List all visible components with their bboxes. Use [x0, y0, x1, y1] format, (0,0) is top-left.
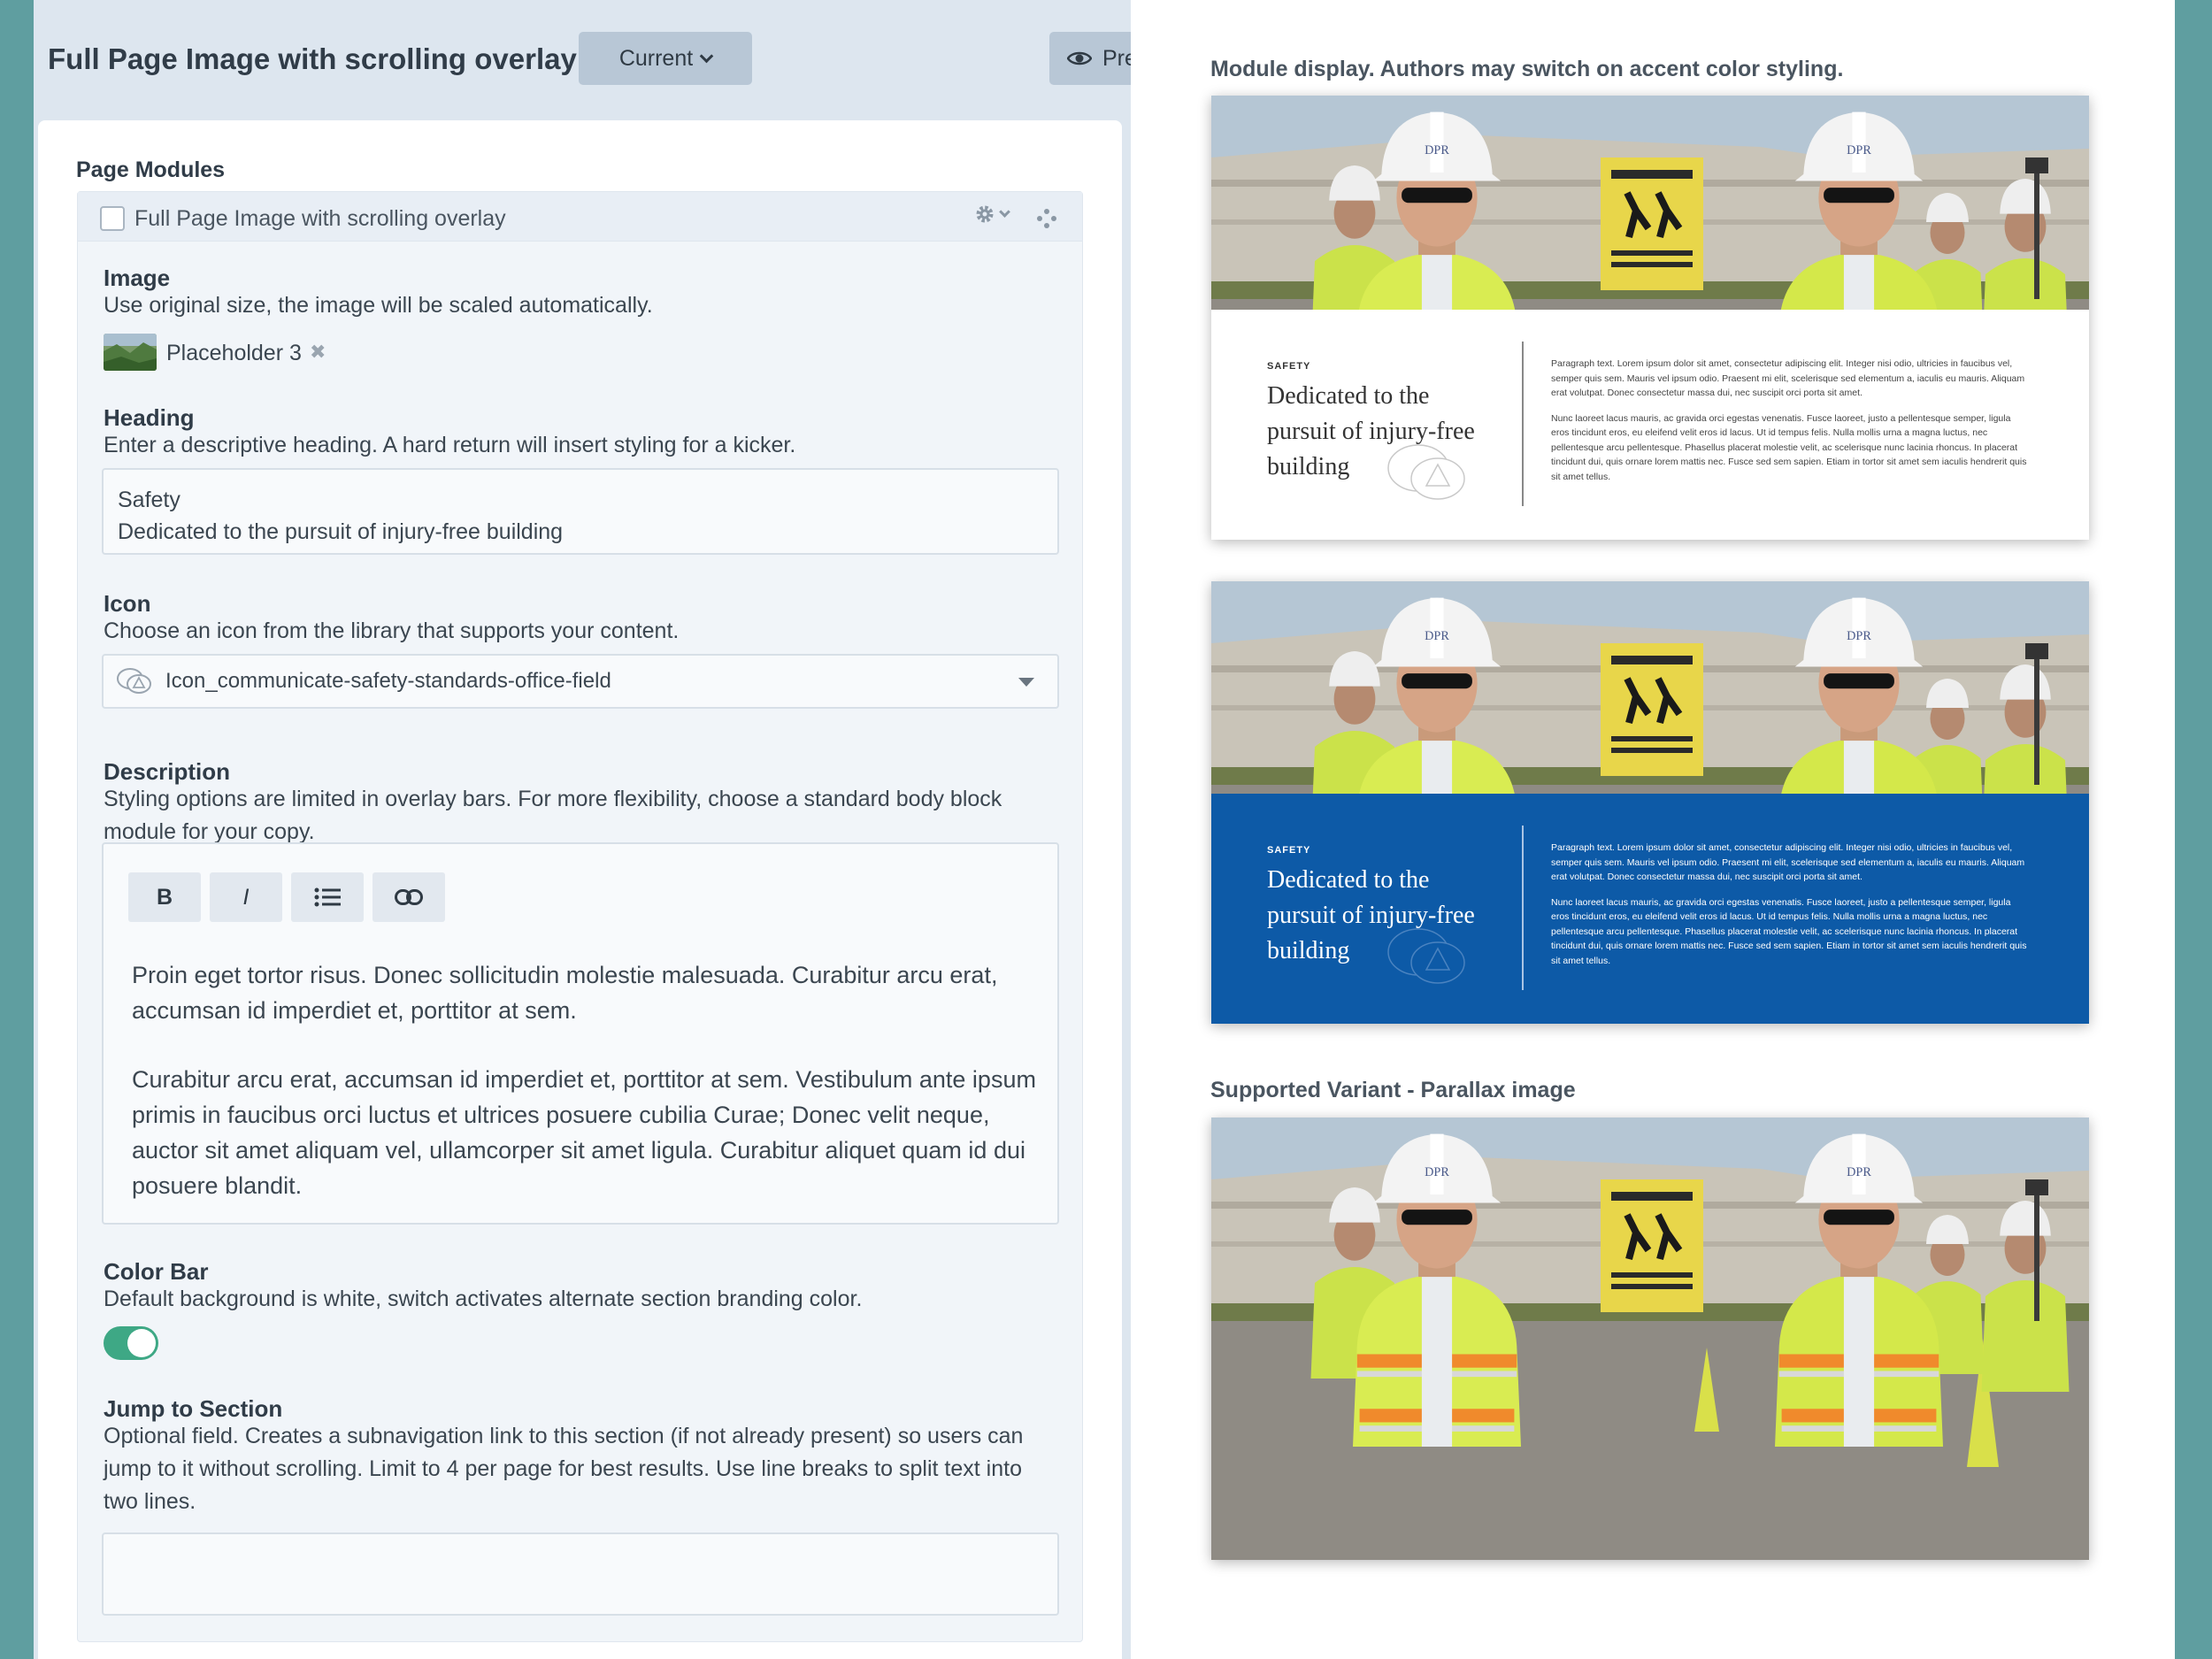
module-preview-panel: Module display. Authors may switch on ac…: [1131, 0, 2175, 1659]
preview-caption-parallax: Supported Variant - Parallax image: [1210, 1078, 1576, 1102]
heading-field-label: Heading: [104, 404, 195, 431]
svg-text:DPR: DPR: [1425, 629, 1449, 643]
hero-photo-full: DPR DPR: [1211, 1118, 2089, 1560]
module-select-checkbox[interactable]: [100, 206, 125, 231]
heading-textarea[interactable]: Safety Dedicated to the pursuit of injur…: [102, 468, 1059, 555]
version-label: Current: [618, 45, 694, 71]
heading-kicker-line: Safety: [118, 488, 180, 512]
svg-text:DPR: DPR: [1847, 143, 1871, 157]
overlay-paragraph-text: Nunc laoreet lacus mauris, ac gravida or…: [1551, 412, 2027, 482]
overlay-paragraph: Paragraph text. Lorem ipsum dolor sit am…: [1551, 841, 2029, 968]
description-field-help: Styling options are limited in overlay b…: [104, 787, 1002, 844]
overlay-bar-white: SAFETY Dedicated to the pursuit of injur…: [1211, 310, 2089, 540]
preview-button[interactable]: Pre: [1049, 32, 1131, 85]
link-icon: [395, 889, 423, 905]
bold-button[interactable]: B: [128, 872, 201, 922]
overlay-bar-accent: SAFETY Dedicated to the pursuit of injur…: [1211, 794, 2089, 1024]
icon-select-value: Icon_communicate-safety-standards-office…: [165, 669, 611, 693]
module-editor-panel: Full Page Image with scrolling overlay C…: [34, 0, 1131, 1659]
page-modules-heading: Page Modules: [76, 157, 226, 182]
gear-icon: [976, 205, 994, 223]
module-settings-menu[interactable]: [974, 204, 1010, 225]
remove-image-icon[interactable]: ✖: [310, 341, 326, 364]
jump-section-input[interactable]: [102, 1532, 1059, 1616]
description-text[interactable]: Proin eget tortor risus. Donec sollicitu…: [132, 957, 1043, 1203]
color-bar-toggle[interactable]: [104, 1326, 158, 1360]
safety-chat-icon: [1387, 928, 1465, 984]
chevron-down-icon: [999, 205, 1010, 218]
page-modules-card: Page Modules Full Page Image with scroll…: [38, 120, 1122, 1659]
svg-text:DPR: DPR: [1847, 629, 1871, 643]
overlay-divider: [1522, 342, 1524, 506]
heading-title-line: Dedicated to the pursuit of injury-free …: [118, 519, 564, 544]
overlay-kicker: SAFETY: [1267, 845, 1311, 856]
svg-text:DPR: DPR: [1425, 143, 1449, 157]
heading-field-help: Enter a descriptive heading. A hard retu…: [104, 433, 796, 457]
preview-caption-display: Module display. Authors may switch on ac…: [1210, 57, 1844, 81]
description-editor: B I Proin eget tortor risus. Donec solli…: [102, 842, 1059, 1225]
icon-field-help: Choose an icon from the library that sup…: [104, 618, 680, 643]
hero-photo: DPR DPR: [1211, 96, 2089, 310]
preview-white-variant: DPR DPR SAFETY Dedicated to the pursuit …: [1211, 96, 2089, 540]
italic-button[interactable]: I: [210, 872, 282, 922]
description-field-label: Description: [104, 758, 231, 785]
preview-label: Pre: [1102, 45, 1131, 71]
toggle-knob: [127, 1329, 156, 1357]
overlay-divider: [1522, 826, 1524, 990]
icon-field-label: Icon: [104, 590, 151, 617]
image-field-label: Image: [104, 265, 171, 291]
safety-chat-icon: [1387, 444, 1465, 500]
overlay-paragraph: Paragraph text. Lorem ipsum dolor sit am…: [1551, 357, 2029, 484]
preview-accent-variant: DPR DPR SAFETY Dedicated to the pursuit …: [1211, 581, 2089, 1024]
overlay-paragraph-text: Nunc laoreet lacus mauris, ac gravida or…: [1551, 896, 2027, 966]
rich-text-toolbar: B I: [128, 872, 445, 922]
dropdown-caret-icon: [1018, 678, 1034, 687]
jump-section-field-label: Jump to Section: [104, 1395, 283, 1422]
overlay-kicker: SAFETY: [1267, 361, 1311, 372]
eye-icon: [1067, 51, 1092, 65]
chevron-down-icon: [699, 49, 714, 63]
hero-photo: DPR DPR: [1211, 581, 2089, 794]
safety-chat-icon: [117, 668, 151, 694]
jump-section-field-help: Optional field. Creates a subnavigation …: [104, 1424, 1024, 1514]
icon-select[interactable]: Icon_communicate-safety-standards-office…: [102, 654, 1059, 709]
color-bar-field-help: Default background is white, switch acti…: [104, 1286, 863, 1311]
image-file-name[interactable]: Placeholder 3: [166, 341, 302, 366]
link-button[interactable]: [373, 872, 445, 922]
image-thumbnail[interactable]: [104, 334, 157, 371]
list-icon: [314, 887, 341, 907]
bullet-list-button[interactable]: [291, 872, 364, 922]
svg-text:DPR: DPR: [1847, 1165, 1871, 1179]
drag-handle-icon[interactable]: [1036, 208, 1057, 229]
overlay-paragraph-text: Paragraph text. Lorem ipsum dolor sit am…: [1551, 842, 2025, 882]
page-title: Full Page Image with scrolling overlay: [48, 42, 577, 75]
overlay-paragraph-text: Paragraph text. Lorem ipsum dolor sit am…: [1551, 358, 2025, 398]
preview-parallax-variant: DPR DPR: [1211, 1118, 2089, 1560]
module-header: Full Page Image with scrolling overlay: [78, 192, 1082, 242]
description-paragraph: Curabitur arcu erat, accumsan id imperdi…: [132, 1066, 1036, 1199]
image-field-help: Use original size, the image will be sca…: [104, 293, 653, 318]
module-title: Full Page Image with scrolling overlay: [134, 206, 506, 231]
svg-text:DPR: DPR: [1425, 1165, 1449, 1179]
description-paragraph: Proin eget tortor risus. Donec sollicitu…: [132, 962, 998, 1024]
module-block: Full Page Image with scrolling overlay I…: [77, 191, 1083, 1642]
version-dropdown-button[interactable]: Current: [579, 32, 752, 85]
color-bar-field-label: Color Bar: [104, 1258, 209, 1285]
